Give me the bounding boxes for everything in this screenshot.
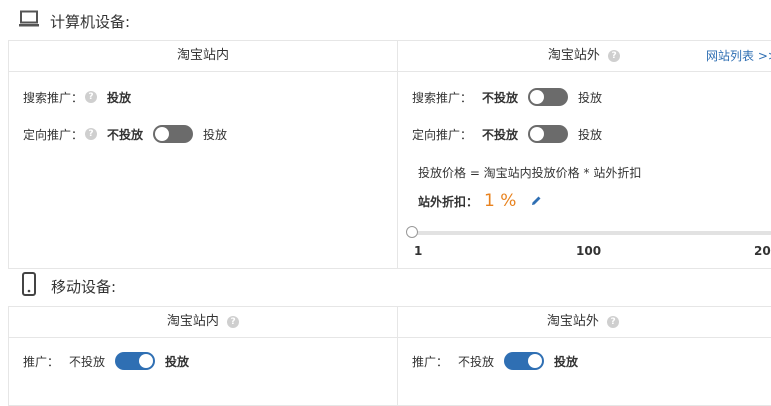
search-promo-state: 投放 (107, 90, 132, 105)
discount-label: 站外折扣： (418, 194, 479, 209)
slider-tick-min: 1 (414, 244, 423, 258)
promo-off-label: 不投放 (69, 354, 106, 369)
search-off-label: 不投放 (482, 90, 519, 105)
mobile-section-title: 移动设备: (21, 272, 117, 300)
computer-in-site-search-row: 搜索推广： ? 投放 (23, 86, 131, 108)
computer-title: 计算机设备: (50, 12, 131, 31)
computer-in-site-panel: 淘宝站内 搜索推广： ? 投放 定向推广： ? 不投放 投放 (8, 40, 398, 269)
slider-tick-max: 200 (754, 244, 771, 258)
search-promo-toggle[interactable] (528, 88, 569, 106)
mobile-in-site-panel: 淘宝站内 ? 推广： 不投放 投放 (8, 306, 398, 406)
target-on-label: 投放 (203, 127, 228, 142)
mobile-off-site-header: 淘宝站外 ? (398, 307, 771, 338)
computer-section-title: 计算机设备: (18, 8, 130, 34)
target-on-label: 投放 (578, 127, 603, 142)
slider-track (412, 231, 771, 235)
price-formula-text: 投放价格 = 淘宝站内投放价格 * 站外折扣 (418, 165, 642, 180)
help-icon[interactable]: ? (227, 315, 240, 328)
mobile-phone-icon (21, 272, 37, 300)
laptop-icon (18, 10, 40, 32)
promo-label: 推广： (23, 354, 60, 369)
computer-in-site-target-row: 定向推广： ? 不投放 投放 (23, 123, 227, 145)
computer-in-site-title: 淘宝站内 (176, 48, 229, 63)
mobile-title: 移动设备: (51, 277, 117, 296)
price-formula: 投放价格 = 淘宝站内投放价格 * 站外折扣 (418, 161, 641, 183)
mobile-off-site-title: 淘宝站外 (546, 314, 599, 329)
help-icon[interactable]: ? (85, 91, 98, 103)
mobile-in-site-promo-row: 推广： 不投放 投放 (23, 350, 189, 372)
discount-row: 站外折扣： 1 % (418, 190, 542, 212)
computer-off-site-header: 淘宝站外 ? 网站列表 >> (398, 41, 771, 72)
promo-off-label: 不投放 (458, 354, 495, 369)
promo-on-label: 投放 (554, 354, 579, 369)
mobile-off-site-promo-row: 推广： 不投放 投放 (412, 350, 578, 372)
target-promo-label: 定向推广： (412, 127, 473, 142)
target-off-label: 不投放 (107, 127, 144, 142)
target-promo-toggle[interactable] (153, 125, 194, 143)
target-off-label: 不投放 (482, 127, 519, 142)
pencil-icon[interactable] (530, 195, 542, 207)
mobile-in-site-header: 淘宝站内 ? (9, 307, 397, 338)
help-icon[interactable]: ? (608, 49, 621, 62)
site-list-link[interactable]: 网站列表 >> (706, 41, 771, 71)
slider-tick-mid: 100 (576, 244, 602, 258)
slider-handle[interactable] (406, 226, 418, 238)
help-icon[interactable]: ? (85, 128, 98, 140)
target-promo-toggle[interactable] (528, 125, 569, 143)
discount-value: 1 % (484, 191, 517, 211)
discount-slider[interactable] (406, 226, 771, 239)
mobile-in-site-title: 淘宝站内 (166, 314, 219, 329)
promo-on-label: 投放 (165, 354, 190, 369)
promo-toggle[interactable] (504, 352, 545, 370)
help-icon[interactable]: ? (607, 315, 620, 328)
computer-in-site-header: 淘宝站内 (9, 41, 397, 72)
promo-label: 推广： (412, 354, 449, 369)
computer-off-site-panel: 淘宝站外 ? 网站列表 >> 搜索推广： 不投放 投放 定向推广： 不投放 投放… (397, 40, 771, 269)
search-promo-label: 搜索推广： (23, 90, 84, 105)
search-promo-label: 搜索推广： (412, 90, 473, 105)
search-on-label: 投放 (578, 90, 603, 105)
computer-off-site-search-row: 搜索推广： 不投放 投放 (412, 86, 602, 108)
target-promo-label: 定向推广： (23, 127, 84, 142)
mobile-off-site-panel: 淘宝站外 ? 推广： 不投放 投放 (397, 306, 771, 406)
promo-toggle[interactable] (115, 352, 156, 370)
computer-off-site-target-row: 定向推广： 不投放 投放 (412, 123, 602, 145)
computer-off-site-title: 淘宝站外 (547, 48, 600, 63)
